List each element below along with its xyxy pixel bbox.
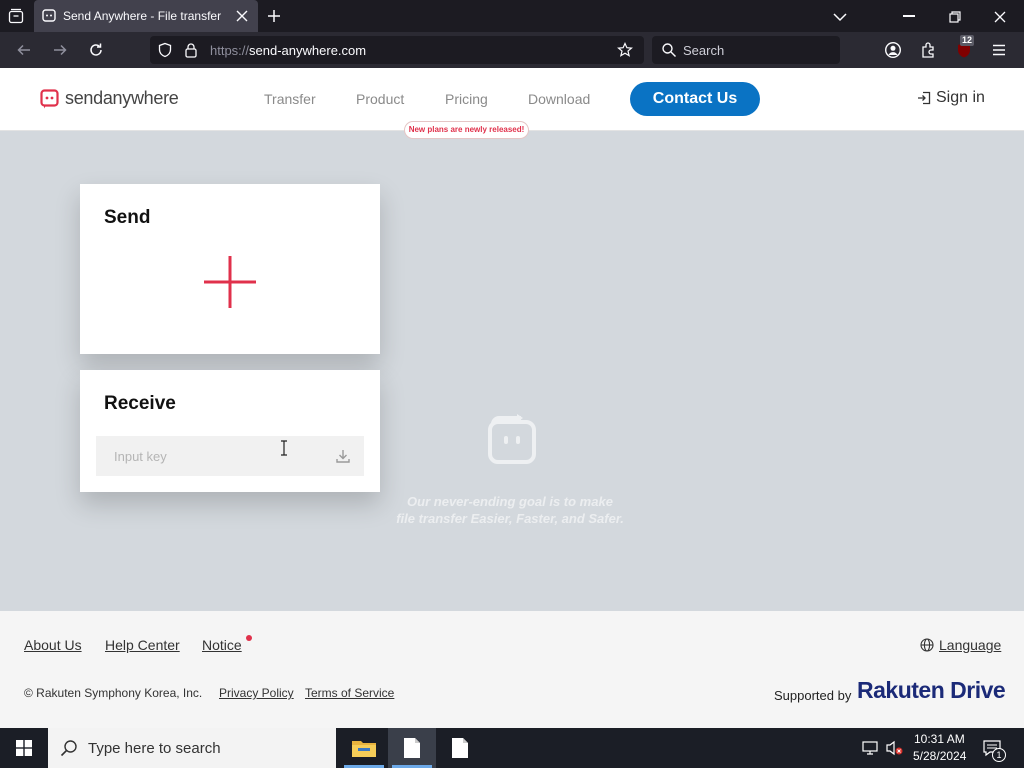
site-logo[interactable]: sendanywhere bbox=[40, 87, 180, 111]
contact-us-button[interactable]: Contact Us bbox=[630, 82, 760, 116]
taskbar-search-icon bbox=[60, 739, 78, 757]
download-icon[interactable] bbox=[335, 448, 351, 464]
address-bar[interactable]: https://send-anywhere.com bbox=[150, 36, 644, 64]
supported-by-label: Supported by bbox=[774, 688, 852, 703]
bookmark-star-icon[interactable] bbox=[617, 42, 633, 58]
privacy-policy-link[interactable]: Privacy Policy bbox=[219, 686, 294, 700]
browser-tab-active[interactable]: Send Anywhere - File transfer bbox=[34, 0, 258, 32]
nav-link-pricing[interactable]: Pricing bbox=[445, 91, 488, 107]
site-footer: About Us Help Center Notice Language © R… bbox=[0, 611, 1024, 728]
account-icon[interactable] bbox=[884, 41, 902, 59]
nav-link-download[interactable]: Download bbox=[528, 91, 590, 107]
add-files-plus-icon[interactable] bbox=[204, 256, 256, 308]
windows-start-icon[interactable] bbox=[16, 740, 32, 756]
receive-card: Receive bbox=[80, 370, 380, 492]
file-explorer-taskbar-button[interactable] bbox=[340, 728, 388, 768]
send-card-title: Send bbox=[104, 207, 151, 228]
document-taskbar-button-1[interactable] bbox=[388, 728, 436, 768]
url-domain: send-anywhere.com bbox=[249, 43, 367, 58]
watermark-logo-icon bbox=[487, 414, 537, 468]
close-window-icon[interactable] bbox=[994, 10, 1006, 23]
pricing-new-badge: New plans are newly released! bbox=[404, 121, 529, 139]
taskbar-search-box[interactable]: Type here to search bbox=[48, 728, 336, 768]
nav-link-product[interactable]: Product bbox=[356, 91, 404, 107]
document-taskbar-button-2[interactable] bbox=[436, 728, 484, 768]
tab-overview-icon[interactable] bbox=[8, 8, 24, 24]
sign-in-icon bbox=[917, 91, 931, 105]
forward-arrow-icon[interactable] bbox=[52, 42, 68, 58]
send-card[interactable]: Send bbox=[80, 184, 380, 354]
search-icon bbox=[661, 42, 677, 58]
hero-tagline-line-1: Our never-ending goal is to make bbox=[407, 494, 613, 509]
hero-section: Send Receive Our never-endin bbox=[0, 131, 1024, 611]
browser-search-bar[interactable]: Search bbox=[652, 36, 840, 64]
web-page: sendanywhere Transfer Product Pricing Do… bbox=[0, 68, 1024, 728]
receive-card-title: Receive bbox=[104, 393, 176, 414]
globe-icon bbox=[920, 638, 934, 652]
notice-red-dot bbox=[246, 635, 252, 641]
url-scheme: https:// bbox=[210, 43, 250, 58]
clock-time[interactable]: 10:31 AM bbox=[914, 732, 965, 746]
taskbar-search-placeholder: Type here to search bbox=[88, 740, 221, 757]
input-key-field[interactable] bbox=[96, 436, 364, 476]
copyright-text: © Rakuten Symphony Korea, Inc. bbox=[24, 686, 203, 700]
url-text[interactable]: https://send-anywhere.com bbox=[210, 43, 366, 58]
footer-link-about-us[interactable]: About Us bbox=[24, 637, 82, 653]
text-cursor-icon bbox=[280, 440, 288, 456]
restore-window-icon[interactable] bbox=[949, 10, 961, 23]
list-all-tabs-icon[interactable] bbox=[833, 10, 847, 22]
browser-tab-bar: Send Anywhere - File transfer bbox=[0, 0, 1024, 32]
footer-link-help-center[interactable]: Help Center bbox=[105, 637, 180, 653]
nav-link-transfer[interactable]: Transfer bbox=[264, 91, 316, 107]
file-explorer-icon bbox=[352, 739, 376, 757]
hero-tagline-line-2: file transfer Easier, Faster, and Safer. bbox=[396, 511, 624, 526]
windows-taskbar: Type here to search 10:31 AM 5/28/2024 1 bbox=[0, 728, 1024, 768]
back-arrow-icon[interactable] bbox=[16, 42, 32, 58]
extension-badge: 12 bbox=[960, 35, 975, 46]
tracking-protection-shield-icon[interactable] bbox=[157, 42, 173, 58]
footer-link-notice[interactable]: Notice bbox=[202, 637, 242, 653]
sign-in-label: Sign in bbox=[936, 89, 985, 106]
minimize-window-icon[interactable] bbox=[903, 15, 915, 17]
terms-of-service-link[interactable]: Terms of Service bbox=[305, 686, 394, 700]
language-label: Language bbox=[939, 637, 1002, 653]
reload-icon[interactable] bbox=[88, 42, 104, 58]
browser-toolbar: https://send-anywhere.com Search 12 bbox=[0, 32, 1024, 68]
lock-icon[interactable] bbox=[184, 42, 198, 58]
new-tab-icon[interactable] bbox=[266, 8, 282, 24]
volume-muted-icon[interactable] bbox=[886, 740, 904, 756]
document-icon bbox=[452, 738, 468, 758]
document-icon bbox=[404, 738, 420, 758]
send-anywhere-logo-icon bbox=[40, 89, 60, 109]
site-favicon-icon bbox=[42, 9, 56, 23]
search-placeholder: Search bbox=[683, 43, 725, 58]
tab-title: Send Anywhere - File transfer bbox=[63, 9, 222, 23]
clock-date[interactable]: 5/28/2024 bbox=[913, 749, 966, 763]
hamburger-menu-icon[interactable] bbox=[992, 43, 1006, 56]
rakuten-drive-logo[interactable]: Rakuten Drive bbox=[857, 677, 1006, 704]
extensions-puzzle-icon[interactable] bbox=[920, 41, 938, 59]
close-tab-icon[interactable] bbox=[235, 9, 249, 23]
network-icon[interactable] bbox=[862, 740, 880, 756]
logo-text: sendanywhere bbox=[65, 88, 179, 108]
notification-count-badge: 1 bbox=[992, 748, 1006, 762]
